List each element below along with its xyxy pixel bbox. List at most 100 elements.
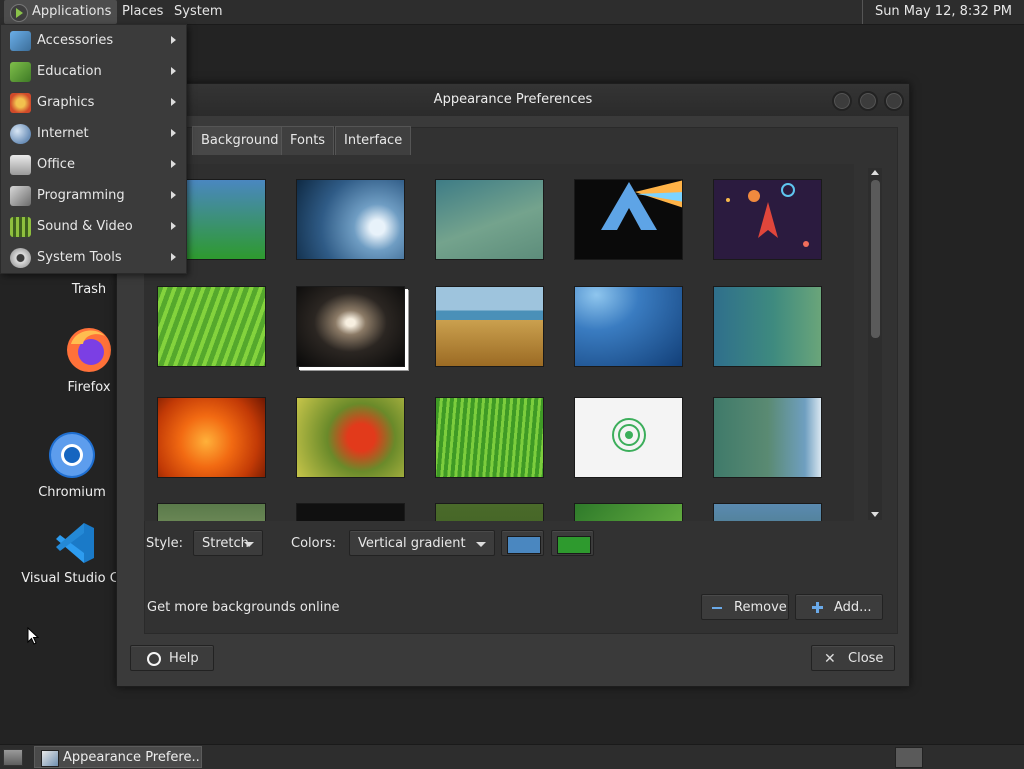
primary-color-button[interactable] bbox=[501, 530, 544, 556]
applications-menu-label: Applications bbox=[32, 4, 112, 19]
submenu-arrow-icon bbox=[171, 98, 176, 106]
wallpaper-thumbnail[interactable] bbox=[574, 286, 683, 367]
menu-item-education[interactable]: Education bbox=[1, 56, 186, 87]
system-menu[interactable]: System bbox=[168, 0, 228, 24]
help-icon bbox=[147, 652, 161, 666]
sound-video-icon bbox=[10, 217, 31, 237]
system-menu-label: System bbox=[174, 4, 223, 19]
wallpaper-thumbnail[interactable] bbox=[296, 397, 405, 478]
submenu-arrow-icon bbox=[171, 191, 176, 199]
menu-item-label: Sound & Video bbox=[37, 219, 133, 234]
menu-item-label: System Tools bbox=[37, 250, 122, 265]
wallpaper-thumbnail[interactable] bbox=[296, 503, 405, 521]
desktop-icon-label: Chromium bbox=[38, 485, 106, 500]
programming-icon bbox=[10, 186, 31, 206]
dialog-title: Appearance Preferences bbox=[433, 92, 593, 107]
appearance-preferences-icon bbox=[41, 750, 59, 767]
menu-item-label: Accessories bbox=[37, 33, 114, 48]
desktop-icon-label: Visual Studio Co bbox=[21, 571, 127, 586]
menu-item-accessories[interactable]: Accessories bbox=[1, 25, 186, 56]
wallpaper-thumbnail[interactable] bbox=[435, 286, 544, 367]
wallpaper-thumbnail-selected[interactable] bbox=[296, 286, 405, 367]
wallpaper-thumbnail[interactable] bbox=[713, 503, 822, 521]
scroll-down-arrow-icon[interactable] bbox=[871, 512, 879, 517]
taskbar-window-appearance-preferences[interactable]: Appearance Prefere... bbox=[34, 746, 202, 768]
places-menu-label: Places bbox=[122, 4, 164, 19]
submenu-arrow-icon bbox=[171, 129, 176, 137]
menu-item-graphics[interactable]: Graphics bbox=[1, 87, 186, 118]
clock-text: Sun May 12, 8:32 PM bbox=[874, 4, 1012, 19]
education-icon bbox=[10, 62, 31, 82]
menu-item-system-tools[interactable]: System Tools bbox=[1, 242, 186, 273]
firefox-icon bbox=[67, 328, 111, 372]
close-button-label: Close bbox=[848, 651, 884, 666]
taskbar-window-label: Appearance Prefere... bbox=[63, 750, 202, 765]
chevron-down-icon bbox=[244, 542, 254, 547]
style-dropdown-value: Stretch bbox=[202, 536, 249, 551]
menu-item-label: Education bbox=[37, 64, 102, 79]
add-button[interactable]: Add... bbox=[795, 594, 883, 620]
applications-dropdown: Accessories Education Graphics Internet … bbox=[0, 24, 187, 274]
system-tools-icon bbox=[10, 248, 31, 268]
close-window-button[interactable] bbox=[884, 91, 904, 111]
dialog-titlebar[interactable]: Appearance Preferences bbox=[117, 84, 909, 116]
get-more-backgrounds-link[interactable]: Get more backgrounds online bbox=[147, 600, 340, 615]
tab-background[interactable]: Background bbox=[192, 126, 288, 155]
chromium-icon bbox=[49, 432, 95, 478]
wallpaper-thumbnail[interactable] bbox=[574, 397, 683, 478]
colors-dropdown[interactable]: Vertical gradient bbox=[349, 530, 495, 556]
menu-item-sound-video[interactable]: Sound & Video bbox=[1, 211, 186, 242]
clock[interactable]: Sun May 12, 8:32 PM bbox=[861, 0, 1024, 24]
menu-item-programming[interactable]: Programming bbox=[1, 180, 186, 211]
wallpaper-thumbnail[interactable] bbox=[157, 397, 266, 478]
tab-fonts[interactable]: Fonts bbox=[281, 126, 335, 155]
submenu-arrow-icon bbox=[171, 253, 176, 261]
places-menu[interactable]: Places bbox=[116, 0, 169, 24]
wallpaper-thumbnail[interactable] bbox=[157, 503, 266, 521]
wallpaper-thumbnail[interactable] bbox=[435, 397, 544, 478]
workspace-switcher-icon[interactable] bbox=[895, 747, 923, 768]
wallpaper-scrollbar[interactable] bbox=[868, 168, 882, 520]
menu-item-internet[interactable]: Internet bbox=[1, 118, 186, 149]
close-button[interactable]: ✕ Close bbox=[811, 645, 895, 671]
tab-fonts-label: Fonts bbox=[290, 133, 326, 148]
minimize-button[interactable] bbox=[832, 91, 852, 111]
wallpaper-thumbnail[interactable] bbox=[713, 397, 822, 478]
chevron-down-icon bbox=[476, 542, 486, 547]
wallpaper-thumbnail[interactable] bbox=[574, 503, 683, 521]
wallpaper-thumbnail[interactable] bbox=[435, 179, 544, 260]
plus-icon bbox=[812, 602, 823, 613]
wallpaper-thumbnail[interactable] bbox=[713, 179, 822, 260]
wallpaper-thumbnail[interactable] bbox=[435, 503, 544, 521]
tab-interface[interactable]: Interface bbox=[335, 126, 412, 155]
submenu-arrow-icon bbox=[171, 160, 176, 168]
maximize-button[interactable] bbox=[858, 91, 878, 111]
remove-button[interactable]: Remove bbox=[701, 594, 789, 620]
style-label: Style: bbox=[146, 536, 184, 551]
tab-background-label: Background bbox=[201, 133, 279, 148]
style-dropdown[interactable]: Stretch bbox=[193, 530, 263, 556]
menu-item-label: Internet bbox=[37, 126, 89, 141]
close-icon: ✕ bbox=[824, 651, 836, 667]
show-desktop-icon[interactable] bbox=[3, 749, 23, 766]
help-button[interactable]: Help bbox=[130, 645, 214, 671]
applications-menu[interactable]: Applications bbox=[4, 0, 118, 24]
secondary-color-button[interactable] bbox=[551, 530, 594, 556]
desktop-icon-chromium[interactable]: Chromium bbox=[17, 431, 127, 500]
bottom-panel: Appearance Prefere... bbox=[0, 744, 1024, 769]
menu-item-office[interactable]: Office bbox=[1, 149, 186, 180]
menu-item-label: Office bbox=[37, 157, 75, 172]
submenu-arrow-icon bbox=[171, 67, 176, 75]
wallpaper-thumbnail[interactable] bbox=[574, 179, 683, 260]
wallpaper-thumbnail[interactable] bbox=[713, 286, 822, 367]
menu-item-label: Programming bbox=[37, 188, 125, 203]
wallpaper-thumbnail[interactable] bbox=[157, 286, 266, 367]
wallpaper-thumbnail[interactable] bbox=[296, 179, 405, 260]
colors-dropdown-value: Vertical gradient bbox=[358, 536, 466, 551]
vscode-icon bbox=[56, 523, 94, 563]
scroll-up-arrow-icon[interactable] bbox=[871, 170, 879, 175]
scrollbar-thumb[interactable] bbox=[871, 180, 880, 338]
desktop-icon-vscode[interactable]: Visual Studio Co bbox=[19, 521, 129, 586]
submenu-arrow-icon bbox=[171, 36, 176, 44]
applications-icon bbox=[10, 4, 28, 22]
